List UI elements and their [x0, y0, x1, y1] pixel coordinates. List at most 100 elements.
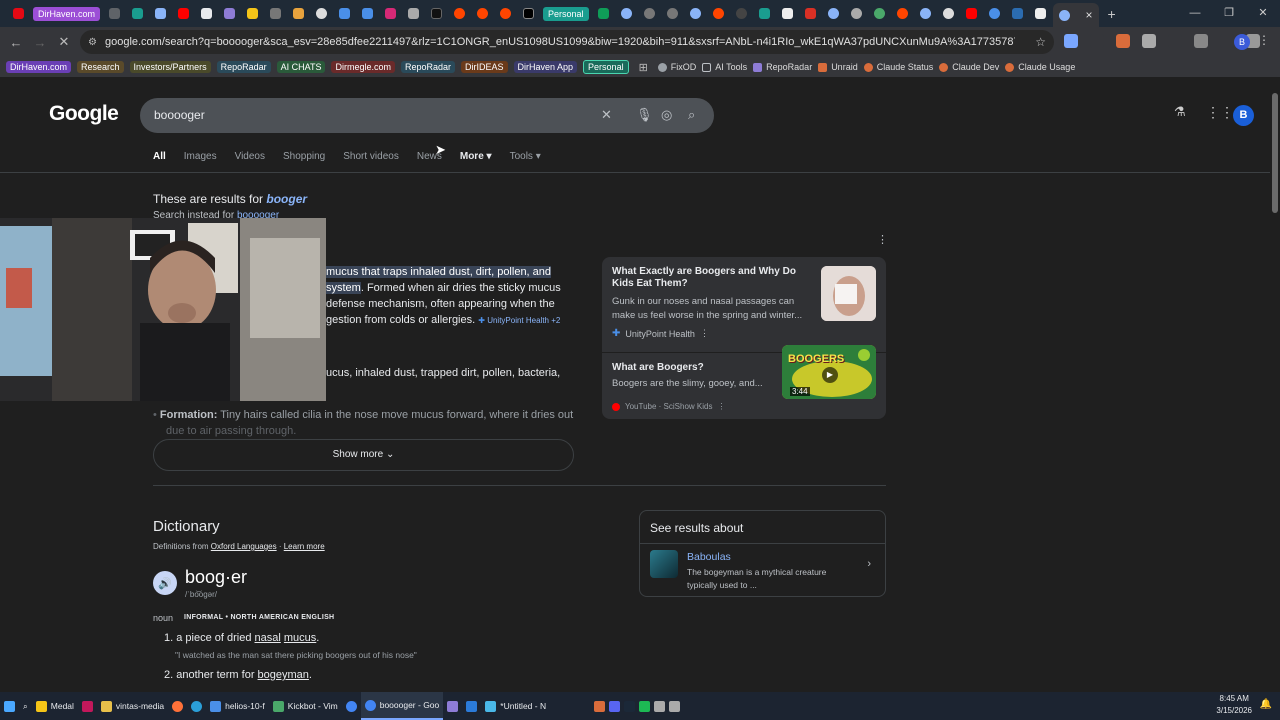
minimize-icon[interactable]: — [1178, 0, 1212, 27]
tab-9[interactable] [288, 4, 309, 24]
tab-google-2[interactable] [685, 4, 706, 24]
tab-shopping[interactable]: Shopping [283, 151, 325, 162]
tab-8[interactable] [265, 4, 286, 24]
bookmark-folder-personal[interactable]: Personal [583, 60, 629, 74]
pronunciation-speaker-icon[interactable]: 🔊 [153, 571, 177, 595]
tab-tools[interactable]: Tools ▾ [510, 151, 541, 162]
mucus-link[interactable]: mucus [284, 632, 316, 644]
tab-39[interactable] [1007, 4, 1028, 24]
source-chip[interactable]: ✚ UnityPoint Health +2 [478, 316, 560, 325]
restore-icon[interactable]: ❐ [1212, 0, 1246, 27]
tab-7[interactable] [242, 4, 263, 24]
tab-sheets[interactable] [593, 4, 614, 24]
tab-docs-2[interactable] [357, 4, 378, 24]
entity-thumbnail[interactable] [650, 550, 678, 578]
back-icon[interactable]: ← [4, 35, 28, 50]
tab-active-google-search[interactable]: × [1052, 3, 1099, 27]
taskbar-medal[interactable]: Medal [32, 692, 78, 720]
bookmark-folder-research[interactable]: Research [77, 61, 124, 73]
apps-grid-icon[interactable]: ⊞ [639, 61, 648, 74]
chevron-right-icon[interactable]: › [867, 558, 871, 570]
bookmark-folder-reporadar-2[interactable]: RepoRadar [400, 61, 455, 73]
tab-33[interactable] [869, 4, 890, 24]
bookmark-folder-investors[interactable]: Investors/Partners [129, 61, 211, 73]
video-thumbnail[interactable] [821, 266, 876, 321]
microphone-icon[interactable]: 🎙 [636, 107, 653, 123]
more-options-icon[interactable]: ⋮ [877, 233, 888, 246]
bookmark-claude-status[interactable]: Claude Status [863, 62, 933, 72]
extensions-puzzle-icon[interactable] [1142, 34, 1156, 48]
cast-icon[interactable] [1194, 34, 1208, 48]
play-icon[interactable]: ▶ [822, 367, 838, 383]
tab-group-dirhaven[interactable]: DirHaven.com [33, 6, 101, 21]
taskbar-firefox[interactable] [168, 692, 187, 720]
video-card-scishow[interactable]: What are Boogers? Boogers are the slimy,… [602, 345, 886, 419]
video-source[interactable]: YouTube · SciShow Kids ⋮ [612, 402, 725, 411]
url-text[interactable]: google.com/search?q=booooger&sca_esv=28e… [105, 36, 1015, 48]
system-clock[interactable]: 8:45 AM 3/15/2026 [1216, 693, 1252, 717]
extension-icon[interactable] [1090, 34, 1104, 48]
more-options-icon[interactable]: ⋮ [700, 328, 709, 339]
search-taskbar-button[interactable]: ⌕ [19, 692, 32, 720]
taskbar-helios[interactable]: helios-10-f [206, 692, 269, 720]
tab-group-personal[interactable]: Personal [543, 6, 589, 21]
close-tab-icon[interactable]: × [1086, 8, 1093, 22]
tab-instagram[interactable] [380, 4, 401, 24]
stop-loading-icon[interactable]: ✕ [52, 34, 76, 50]
taskbar-app-a[interactable] [78, 692, 97, 720]
bookmark-claude-usage[interactable]: Claude Usage [1005, 62, 1075, 72]
tab-reddit-3[interactable] [495, 4, 516, 24]
tab-more[interactable]: More ▾ [460, 151, 492, 162]
tab-videos[interactable]: Videos [235, 151, 265, 162]
bookmark-folder-dirhaven[interactable]: DirHaven.com [6, 61, 72, 73]
tray-icons[interactable] [590, 692, 684, 720]
tab-tiktok[interactable] [426, 4, 447, 24]
account-avatar[interactable]: B [1233, 105, 1254, 126]
tab-23[interactable] [639, 4, 660, 24]
tab-github[interactable] [311, 4, 332, 24]
lens-icon[interactable]: ◎ [661, 107, 672, 123]
tab-5[interactable] [196, 4, 217, 24]
taskbar-edge[interactable] [187, 692, 206, 720]
tab-34[interactable] [892, 4, 913, 24]
tab-reddit-1[interactable] [449, 4, 470, 24]
tab-37[interactable] [961, 4, 982, 24]
taskbar-booooger-chrome[interactable]: booooger - Goo [360, 692, 444, 720]
search-query[interactable]: booooger [154, 108, 205, 122]
tab-26[interactable] [708, 4, 729, 24]
browser-profile-avatar[interactable]: B [1234, 34, 1250, 50]
omnibox[interactable]: ⚙ google.com/search?q=booooger&sca_esv=2… [80, 30, 1054, 54]
tab-all[interactable]: All [153, 151, 166, 162]
taskbar-notepad[interactable]: *Untitled - N [481, 692, 550, 720]
tab-reddit-2[interactable] [472, 4, 493, 24]
browser-menu-icon[interactable]: ⋮ [1258, 33, 1270, 47]
close-window-icon[interactable]: ✕ [1246, 0, 1280, 27]
tab-netflix[interactable] [8, 4, 29, 24]
video-thumbnail[interactable]: BOOGERS ▶ 3:44 [782, 345, 876, 399]
bookmark-star-icon[interactable]: ☆ [1035, 35, 1046, 49]
bookmark-fixod[interactable]: FixOD [657, 62, 696, 72]
bookmark-reporadar[interactable]: RepoRadar [753, 62, 812, 72]
tab-x[interactable] [518, 4, 539, 24]
bookmark-folder-dirmegle[interactable]: Dirmegle.com [331, 61, 395, 73]
new-tab-button[interactable]: + [1101, 6, 1123, 22]
extension-icon[interactable] [1220, 34, 1234, 48]
labs-flask-icon[interactable]: ⚗ [1174, 104, 1186, 120]
tab-docs-1[interactable] [334, 4, 355, 24]
bookmark-ai-tools[interactable]: AI Tools [702, 62, 747, 72]
notifications-icon[interactable]: 🔔 [1260, 699, 1272, 710]
taskbar-kickbot[interactable]: Kickbot - Vim [269, 692, 342, 720]
bookmark-folder-dirhaven-app[interactable]: DirHaven App [513, 61, 578, 73]
tab-29[interactable] [777, 4, 798, 24]
tab-35[interactable] [915, 4, 936, 24]
tab-32[interactable] [846, 4, 867, 24]
taskbar-chrome[interactable] [342, 692, 361, 720]
learn-more-link[interactable]: Learn more [284, 542, 325, 551]
entity-link[interactable]: Baboulas [687, 551, 731, 563]
tab-38[interactable] [984, 4, 1005, 24]
google-apps-icon[interactable]: ⋮⋮ [1206, 104, 1234, 121]
extension-icon[interactable] [1064, 34, 1078, 48]
tab-6[interactable] [219, 4, 240, 24]
tab-28[interactable] [754, 4, 775, 24]
bookmark-folder-ai-chats[interactable]: AI CHATS [276, 61, 326, 73]
